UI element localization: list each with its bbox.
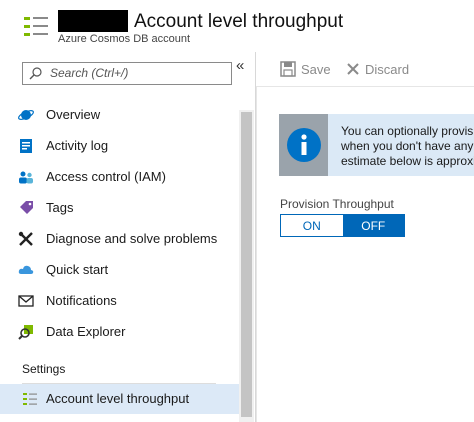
- search-icon: [29, 67, 42, 80]
- search-input[interactable]: [50, 65, 225, 81]
- sidebar-item-overview[interactable]: Overview: [18, 104, 233, 126]
- sidebar-item-label: Activity log: [46, 138, 109, 153]
- provision-throughput-label: Provision Throughput: [280, 197, 394, 211]
- throughput-list-icon: [24, 17, 48, 36]
- sidebar-scrollbar-thumb[interactable]: [241, 112, 252, 417]
- sidebar-item-notifications[interactable]: Notifications: [18, 290, 233, 312]
- sidebar-item-label: Tags: [46, 200, 74, 215]
- info-icon: [287, 128, 321, 162]
- page-subtitle: Azure Cosmos DB account: [58, 33, 191, 45]
- sidebar-item-access-control[interactable]: Access control (IAM): [18, 166, 233, 188]
- toggle-on-option[interactable]: ON: [281, 215, 343, 236]
- redacted-account-name: [58, 10, 128, 32]
- save-label: Save: [301, 61, 331, 77]
- info-line: estimate below is approxi: [341, 154, 474, 168]
- discard-label: Discard: [365, 61, 410, 77]
- discard-button[interactable]: Discard: [346, 60, 409, 78]
- collapse-sidebar-button[interactable]: «: [236, 57, 244, 74]
- info-icon-box: [279, 114, 328, 176]
- blade-header: Account level throughput Azure Cosmos DB…: [0, 0, 474, 52]
- command-bar: Save Discard: [256, 52, 474, 87]
- sidebar-item-label: Access control (IAM): [46, 169, 166, 184]
- overview-icon: [18, 110, 34, 120]
- wrench-icon: [18, 231, 33, 246]
- toggle-off-option[interactable]: OFF: [342, 215, 404, 236]
- tag-icon: [20, 201, 33, 214]
- settings-section-header: Settings: [22, 362, 66, 376]
- activity-log-icon: [20, 139, 32, 153]
- save-button[interactable]: Save: [280, 60, 331, 78]
- info-line: You can optionally provisi: [341, 124, 474, 138]
- sidebar-item-account-level-throughput[interactable]: Account level throughput: [0, 384, 239, 414]
- sidebar-item-label: Quick start: [46, 262, 109, 277]
- sidebar-item-label: Diagnose and solve problems: [46, 231, 218, 246]
- envelope-icon: [18, 295, 34, 307]
- discard-icon: [347, 63, 359, 75]
- access-control-icon: [19, 171, 33, 184]
- sidebar-item-diagnose[interactable]: Diagnose and solve problems: [18, 228, 233, 250]
- page-title: Account level throughput: [134, 11, 344, 32]
- sidebar-item-tags[interactable]: Tags: [18, 197, 233, 219]
- sidebar-item-quick-start[interactable]: Quick start: [18, 259, 233, 281]
- sidebar-item-activity-log[interactable]: Activity log: [18, 135, 233, 157]
- cloud-icon: [18, 265, 34, 274]
- provision-throughput-toggle[interactable]: ON OFF: [280, 214, 405, 237]
- sidebar-item-data-explorer[interactable]: Data Explorer: [18, 321, 233, 343]
- sidebar-item-label: Account level throughput: [46, 391, 190, 406]
- info-banner: You can optionally provisi when you don'…: [279, 114, 474, 176]
- sidebar-item-label: Notifications: [46, 293, 117, 308]
- save-icon: [280, 61, 296, 77]
- info-banner-text: You can optionally provisi when you don'…: [341, 124, 474, 169]
- sidebar-item-label: Overview: [46, 107, 101, 122]
- sidebar-item-label: Data Explorer: [46, 324, 126, 339]
- search-box[interactable]: [22, 62, 232, 85]
- throughput-list-icon: [23, 393, 37, 405]
- data-explorer-icon: [18, 325, 33, 340]
- info-line: when you don't have any: [341, 139, 474, 153]
- sidebar: « Overview Activity log Access control (…: [0, 52, 256, 422]
